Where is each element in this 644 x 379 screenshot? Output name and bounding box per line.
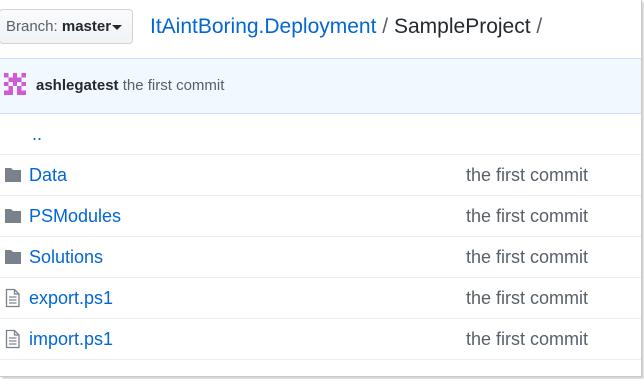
branch-prefix-label: Branch: — [6, 18, 58, 35]
file-name-link[interactable]: export.ps1 — [29, 278, 113, 318]
branch-select-button[interactable]: Branch: master — [0, 9, 133, 44]
file-commit-link[interactable]: the first commit — [466, 319, 588, 359]
file-commit-link[interactable]: the first commit — [466, 278, 588, 318]
commit-message: the first commit — [122, 77, 225, 94]
file-row[interactable]: PSModules the first commit — [0, 196, 641, 237]
latest-commit-bar: ashlegatest the first commit — [0, 58, 641, 114]
commit-author-link[interactable]: ashlegatest — [36, 77, 119, 94]
branch-name-label: master — [61, 18, 112, 35]
file-row[interactable]: export.ps1 the first commit — [0, 278, 641, 319]
parent-directory-link[interactable]: .. — [32, 114, 42, 154]
repo-header: Branch: master ItAintBoring.Deployment /… — [0, 0, 641, 56]
commit-summary: ashlegatest the first commit — [36, 76, 224, 96]
file-name-link[interactable]: import.ps1 — [29, 319, 113, 359]
repo-browser-panel: Branch: master ItAintBoring.Deployment /… — [0, 0, 642, 377]
file-row[interactable]: import.ps1 the first commit — [0, 319, 641, 360]
parent-directory-row[interactable]: .. — [0, 114, 641, 155]
caret-down-icon — [112, 25, 122, 30]
breadcrumb-separator: / — [536, 15, 543, 38]
file-text-icon — [5, 329, 20, 349]
breadcrumb-current-folder: SampleProject — [393, 15, 531, 38]
file-name-link[interactable]: Solutions — [29, 237, 103, 277]
file-text-icon — [5, 288, 20, 308]
file-commit-link[interactable]: the first commit — [466, 155, 588, 195]
file-row[interactable]: Solutions the first commit — [0, 237, 641, 278]
breadcrumb-separator: / — [382, 15, 389, 38]
folder-icon — [5, 168, 21, 182]
identicon-avatar[interactable] — [4, 73, 26, 95]
file-commit-link[interactable]: the first commit — [466, 237, 588, 277]
breadcrumb: ItAintBoring.Deployment / SampleProject … — [150, 13, 542, 41]
folder-icon — [5, 250, 21, 264]
breadcrumb-repo-link[interactable]: ItAintBoring.Deployment — [150, 15, 376, 38]
file-name-link[interactable]: PSModules — [29, 196, 121, 236]
file-name-link[interactable]: Data — [29, 155, 67, 195]
file-list: .. Data the first commit PSModules the f… — [0, 114, 641, 360]
folder-icon — [5, 209, 21, 223]
file-row[interactable]: Data the first commit — [0, 155, 641, 196]
file-commit-link[interactable]: the first commit — [466, 196, 588, 236]
